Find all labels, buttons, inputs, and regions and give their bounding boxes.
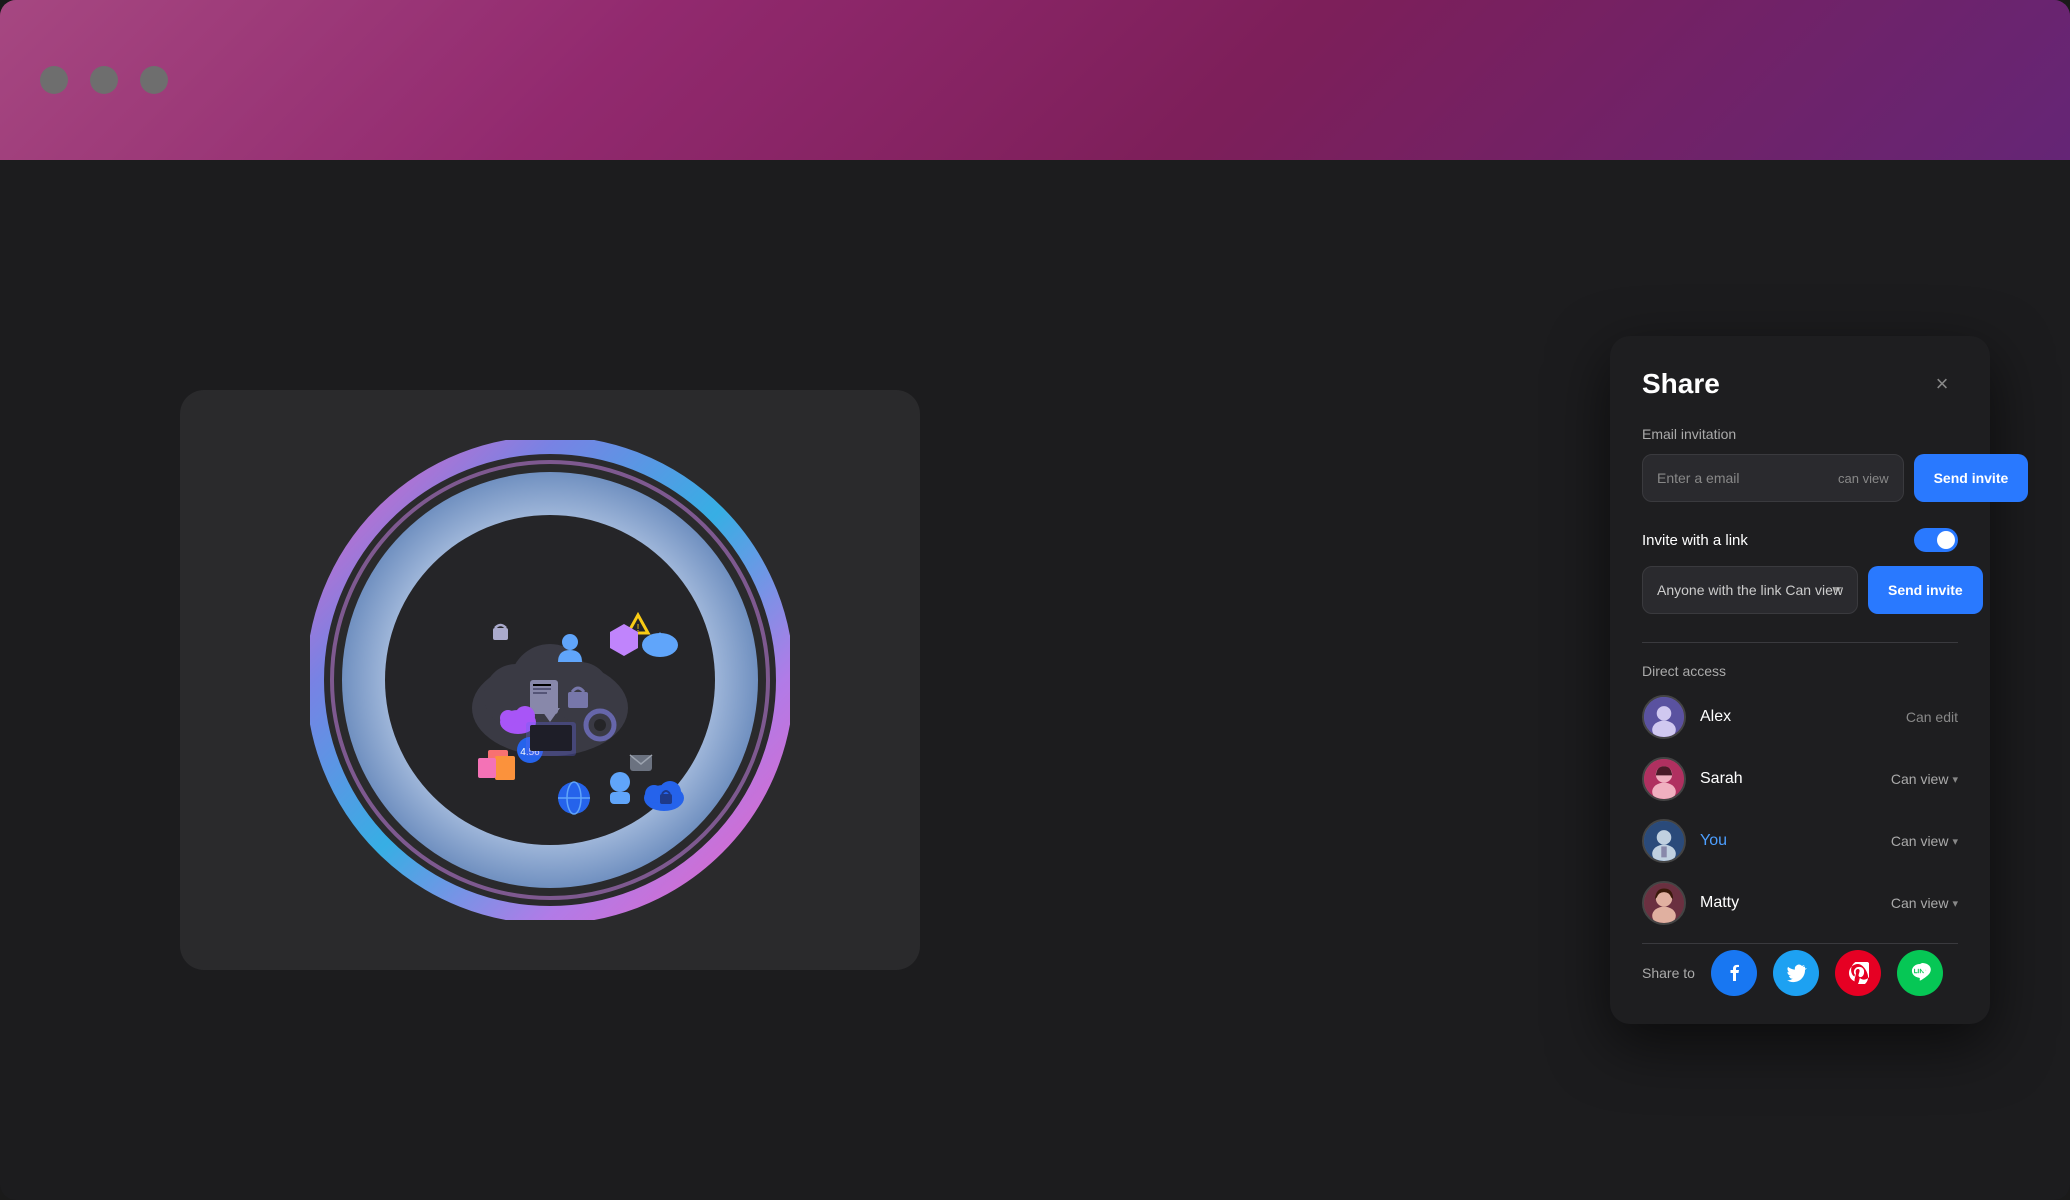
- user-row-sarah: Sarah Can view ▾: [1642, 757, 1958, 801]
- email-row: can view Send invite: [1642, 454, 1958, 502]
- avatar-sarah: [1642, 757, 1686, 801]
- cloud-svg: !: [310, 440, 790, 920]
- invite-link-toggle[interactable]: [1914, 528, 1958, 552]
- chevron-you: ▾: [1952, 835, 1958, 848]
- user-name-you: You: [1700, 832, 1891, 850]
- user-row-alex: Alex Can edit: [1642, 695, 1958, 739]
- link-access-row: Anyone with the link Can view Anyone wit…: [1642, 566, 1958, 614]
- user-row-you: You Can view ▾: [1642, 819, 1958, 863]
- user-name-alex: Alex: [1700, 708, 1906, 726]
- invite-link-label: Invite with a link: [1642, 532, 1748, 549]
- link-send-button[interactable]: Send invite: [1868, 566, 1983, 614]
- user-permission-alex: Can edit: [1906, 709, 1958, 725]
- image-container: !: [180, 390, 920, 970]
- link-permission-select[interactable]: Anyone with the link Can view Anyone wit…: [1642, 566, 1858, 614]
- avatar-you: [1642, 819, 1686, 863]
- traffic-light-close[interactable]: [40, 66, 68, 94]
- email-send-button[interactable]: Send invite: [1914, 454, 2029, 502]
- share-to-row: Share to: [1642, 943, 1958, 996]
- pinterest-share-button[interactable]: [1835, 950, 1881, 996]
- can-view-label: can view: [1838, 471, 1889, 486]
- twitter-icon: [1785, 962, 1807, 984]
- share-title: Share: [1642, 368, 1720, 400]
- close-button[interactable]: ×: [1926, 368, 1958, 400]
- facebook-icon: [1723, 962, 1745, 984]
- chevron-matty: ▾: [1952, 897, 1958, 910]
- email-input[interactable]: [1657, 457, 1838, 499]
- user-name-matty: Matty: [1700, 894, 1891, 912]
- traffic-lights: [40, 66, 168, 94]
- traffic-light-minimize[interactable]: [90, 66, 118, 94]
- share-to-label: Share to: [1642, 965, 1695, 981]
- chevron-sarah: ▾: [1952, 773, 1958, 786]
- invite-link-row: Invite with a link: [1642, 528, 1958, 552]
- line-share-button[interactable]: [1897, 950, 1943, 996]
- line-icon: [1909, 962, 1931, 984]
- user-permission-you[interactable]: Can view ▾: [1891, 833, 1958, 849]
- traffic-light-maximize[interactable]: [140, 66, 168, 94]
- user-permission-sarah[interactable]: Can view ▾: [1891, 771, 1958, 787]
- user-name-sarah: Sarah: [1700, 770, 1891, 788]
- facebook-share-button[interactable]: [1711, 950, 1757, 996]
- user-row-matty: Matty Can view ▾: [1642, 881, 1958, 925]
- avatar-matty: [1642, 881, 1686, 925]
- avatar-alex: [1642, 695, 1686, 739]
- cloud-illustration: !: [300, 430, 800, 930]
- app-window: !: [0, 0, 2070, 1200]
- title-bar: [0, 0, 2070, 160]
- main-content: !: [0, 160, 2070, 1200]
- share-header: Share ×: [1642, 368, 1958, 400]
- divider-top: [1642, 642, 1958, 643]
- user-permission-matty[interactable]: Can view ▾: [1891, 895, 1958, 911]
- email-input-wrap: can view: [1642, 454, 1904, 502]
- share-dialog: Share × Email invitation can view Send i…: [1610, 336, 1990, 1024]
- twitter-share-button[interactable]: [1773, 950, 1819, 996]
- email-section-label: Email invitation: [1642, 426, 1958, 442]
- pinterest-icon: [1847, 962, 1869, 984]
- direct-access-label: Direct access: [1642, 663, 1958, 679]
